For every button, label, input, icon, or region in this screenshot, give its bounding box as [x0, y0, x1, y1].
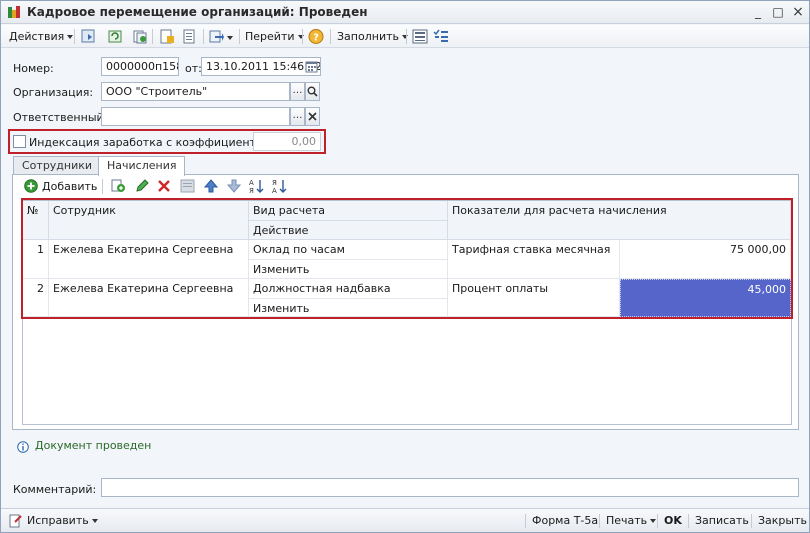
- goto-menu-button[interactable]: Перейти: [245, 28, 304, 45]
- magnifier-icon: [307, 86, 318, 97]
- toolbar-separator: [599, 514, 600, 528]
- checklist-icon[interactable]: [433, 29, 449, 44]
- refresh-icon[interactable]: [107, 29, 123, 44]
- actions-menu-button[interactable]: Действия: [9, 28, 74, 45]
- toolbar-separator: [525, 514, 526, 528]
- add-row-button[interactable]: Добавить: [42, 180, 97, 193]
- bottom-bar: Исправить Форма Т-5а Печать OK Записать …: [1, 508, 809, 532]
- date-value: 13.10.2011 15:46:02: [206, 60, 321, 73]
- minimize-button[interactable]: _: [749, 4, 767, 20]
- fill-menu-button[interactable]: Заполнить: [337, 28, 408, 45]
- fill-menu-label: Заполнить: [337, 30, 399, 43]
- sort-ascending-icon[interactable]: АЯ: [249, 178, 264, 194]
- organization-open-button[interactable]: [305, 82, 320, 101]
- responsible-field[interactable]: [101, 107, 290, 126]
- edit-pencil-icon[interactable]: [135, 179, 149, 193]
- responsible-clear-button[interactable]: [305, 107, 320, 126]
- sort-descending-icon[interactable]: ЯА: [272, 178, 287, 194]
- clear-x-icon: [308, 112, 317, 121]
- disabled-list-icon[interactable]: [180, 179, 195, 193]
- close-button[interactable]: Закрыть: [758, 513, 807, 529]
- chevron-down-icon: [91, 519, 98, 523]
- delete-row-icon[interactable]: [158, 180, 170, 192]
- main-toolbar: Действия Перейти ? Заполнить: [1, 25, 809, 48]
- form-t5a-button[interactable]: Форма Т-5а: [532, 513, 598, 529]
- chevron-down-icon[interactable]: [227, 36, 233, 40]
- toolbar-separator: [657, 514, 658, 528]
- toolbar-separator: [751, 514, 752, 528]
- unpost-document-icon[interactable]: [182, 29, 198, 44]
- svg-text:?: ?: [313, 33, 319, 44]
- move-up-icon[interactable]: [204, 179, 218, 193]
- chevron-down-icon: [401, 35, 408, 39]
- toolbar-separator: [203, 29, 204, 44]
- chevron-down-icon: [650, 519, 657, 523]
- tab-employees[interactable]: Сотрудники: [13, 156, 102, 175]
- indexation-checkbox[interactable]: [13, 135, 26, 148]
- move-down-icon[interactable]: [227, 179, 241, 193]
- fix-menu-button[interactable]: Исправить: [27, 513, 98, 529]
- organization-select-button[interactable]: …: [290, 82, 305, 101]
- document-app-icon: [8, 6, 20, 18]
- document-window: Кадровое перемещение организаций: Провед…: [0, 0, 810, 533]
- number-field[interactable]: 0000000п158: [101, 57, 179, 76]
- responsible-select-button[interactable]: …: [290, 107, 305, 126]
- save-back-icon[interactable]: [80, 29, 96, 44]
- print-menu-button[interactable]: Печать: [606, 513, 657, 529]
- table-highlight: [21, 198, 793, 319]
- fix-document-icon[interactable]: [9, 514, 23, 528]
- toolbar-separator: [74, 29, 75, 44]
- toolbar-separator: [239, 29, 240, 44]
- chevron-down-icon: [67, 35, 74, 39]
- fix-menu-label: Исправить: [27, 514, 89, 527]
- svg-text:Я: Я: [249, 187, 254, 194]
- calendar-icon[interactable]: [305, 60, 318, 73]
- indexation-label: Индексация заработка с коэффициентом:: [29, 136, 275, 149]
- ok-button[interactable]: OK: [664, 513, 682, 529]
- actions-menu-label: Действия: [9, 30, 65, 43]
- svg-text:А: А: [272, 187, 277, 194]
- close-window-button[interactable]: ×: [789, 4, 807, 20]
- svg-text:Я: Я: [272, 179, 277, 187]
- comment-label: Комментарий:: [13, 483, 97, 496]
- toolbar-separator: [102, 179, 103, 194]
- tab-accruals[interactable]: Начисления: [98, 156, 186, 176]
- toolbar-separator: [302, 29, 303, 44]
- print-menu-label: Печать: [606, 514, 648, 527]
- document-status-text: Документ проведен: [35, 439, 152, 452]
- toolbar-separator: [330, 29, 331, 44]
- organization-field[interactable]: ООО "Строитель": [101, 82, 290, 101]
- date-field[interactable]: 13.10.2011 15:46:02: [201, 57, 321, 76]
- add-circle-icon[interactable]: [24, 179, 38, 193]
- based-on-icon[interactable]: [209, 29, 225, 44]
- title-bar: Кадровое перемещение организаций: Провед…: [1, 1, 809, 24]
- goto-menu-label: Перейти: [245, 30, 295, 43]
- indexation-coefficient-field[interactable]: 0,00: [253, 132, 321, 151]
- organization-label: Организация:: [13, 86, 94, 99]
- structure-icon[interactable]: [412, 29, 428, 44]
- save-button[interactable]: Записать: [695, 513, 749, 529]
- copy-row-icon[interactable]: [111, 179, 126, 193]
- window-title: Кадровое перемещение организаций: Провед…: [27, 5, 368, 19]
- comment-field[interactable]: [101, 478, 799, 497]
- number-label: Номер:: [13, 62, 54, 75]
- toolbar-separator: [688, 514, 689, 528]
- post-document-icon[interactable]: [159, 29, 175, 44]
- toolbar-separator: [152, 29, 153, 44]
- toolbar-separator: [406, 29, 407, 44]
- date-label: от:: [185, 62, 202, 75]
- responsible-label: Ответственный:: [13, 111, 108, 124]
- copy-document-icon[interactable]: [132, 29, 148, 44]
- help-icon[interactable]: ?: [308, 29, 324, 44]
- svg-text:А: А: [249, 179, 254, 187]
- maximize-button[interactable]: □: [769, 4, 787, 20]
- info-icon: [17, 441, 29, 453]
